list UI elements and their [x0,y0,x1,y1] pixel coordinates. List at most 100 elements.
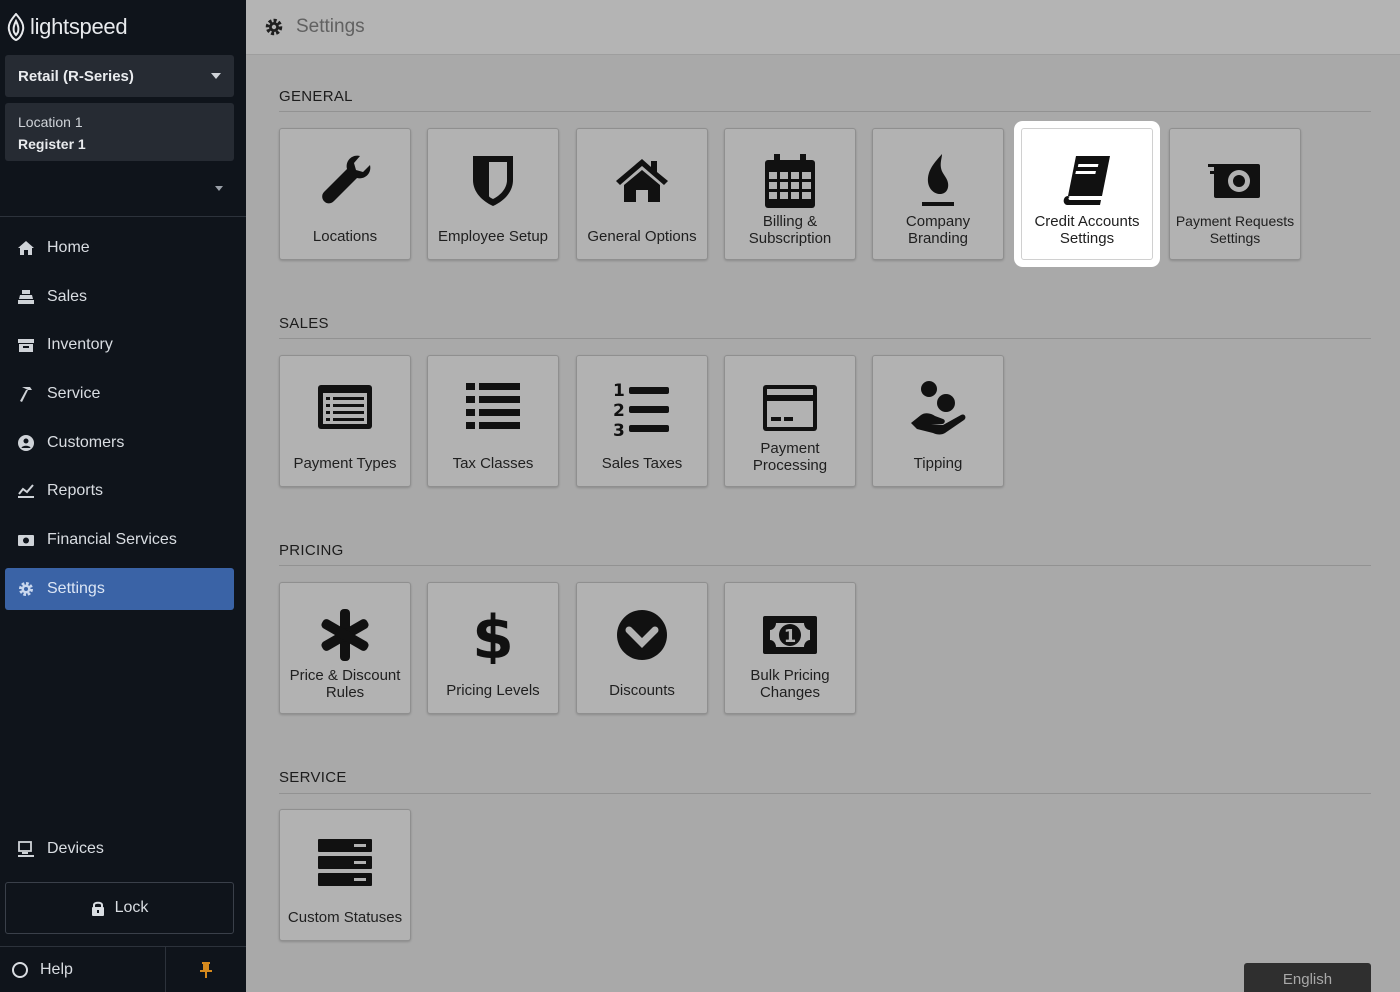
section-title-general: GENERAL [279,88,353,105]
tile-price-discount-rules[interactable]: Price & Discount Rules [279,582,411,714]
sidebar-item-devices[interactable]: Devices [5,828,234,870]
tile-label: Tipping [913,455,963,472]
brand-name: lightspeed [30,14,128,39]
section-title-service: SERVICE [279,769,347,786]
footer-divider [165,947,166,992]
list-icon [466,383,520,429]
book-icon [1063,156,1110,205]
shield-icon [473,156,513,206]
sidebar-item-label: Financial Services [47,531,177,549]
box-icon [18,339,34,353]
store-selector[interactable]: Retail (R-Series) [5,55,234,97]
house-icon [616,159,668,202]
hammer-icon [20,387,32,403]
tile-bulk-pricing-changes[interactable]: 1 Bulk Pricing Changes [724,582,856,714]
money-icon [1208,164,1260,198]
svg-text:1: 1 [613,381,625,401]
cash-icon [18,535,34,547]
tile-label: Employee Setup [437,228,549,245]
flame-icon [922,154,954,206]
sidebar-item-sales[interactable]: Sales [5,276,234,318]
tile-general-options[interactable]: General Options [576,128,708,260]
lock-label: Lock [114,899,149,916]
logo[interactable]: lightspeed [6,10,128,44]
tile-employee-setup[interactable]: Employee Setup [427,128,559,260]
svg-text:$: $ [472,606,514,664]
sidebar-item-label: Reports [47,482,104,500]
lock-icon [91,901,104,916]
tile-payment-processing[interactable]: Payment Processing [724,355,856,487]
sidebar-item-financial-services[interactable]: Financial Services [5,519,234,561]
tile-label: Payment Requests Settings [1175,213,1295,246]
tile-tax-classes[interactable]: Tax Classes [427,355,559,487]
tile-label: Billing & Subscription [748,213,832,247]
tile-payment-types[interactable]: Payment Types [279,355,411,487]
sidebar-item-label: Inventory [47,336,113,354]
pin-icon[interactable] [199,961,213,979]
sidebar-item-home[interactable]: Home [5,227,234,269]
numbered-list-icon: 123 [613,381,669,437]
asterisk-icon [321,609,369,661]
sidebar-item-customers[interactable]: Customers [5,422,234,464]
hand-coins-icon [911,381,966,435]
server-icon [318,839,372,886]
devices-label: Devices [47,840,104,857]
tile-tipping[interactable]: Tipping [872,355,1004,487]
main-nav: Home Sales Inventory Service Customers R… [5,227,234,617]
tile-payment-requests-settings[interactable]: Payment Requests Settings [1169,128,1301,260]
sidebar-footer: Help [0,946,246,992]
tile-label: Price & Discount Rules [289,667,401,701]
help-button[interactable]: Help [12,947,73,992]
register-icon [18,289,34,304]
list-box-icon [318,385,372,429]
location-register-box[interactable]: Location 1 Register 1 [5,103,234,161]
chevron-down-icon[interactable] [215,186,223,191]
gear-icon [19,581,33,596]
sidebar: lightspeed Retail (R-Series) Location 1 … [0,0,246,992]
sidebar-divider [0,216,246,217]
check-circle-icon [617,610,667,660]
store-name: Retail (R-Series) [18,67,134,85]
gear-icon [265,18,283,36]
section-divider [279,111,1371,112]
chart-icon [18,484,34,499]
tile-label: Discounts [609,682,675,699]
sidebar-item-label: Sales [47,287,88,305]
tile-pricing-levels[interactable]: $ Pricing Levels [427,582,559,714]
location-name: Location 1 [18,114,83,130]
section-divider [279,338,1371,339]
customer-icon [18,434,34,451]
tile-custom-statuses[interactable]: Custom Statuses [279,809,411,941]
tile-label: General Options [587,228,697,245]
tile-label: Credit Accounts Settings [1034,213,1140,247]
tile-label: Bulk Pricing Changes [750,667,830,701]
tile-locations[interactable]: Locations [279,128,411,260]
register-name: Register 1 [18,136,86,152]
section-divider [279,793,1371,794]
tile-label: Sales Taxes [601,455,683,472]
sidebar-item-service[interactable]: Service [5,373,234,415]
tile-company-branding[interactable]: Company Branding [872,128,1004,260]
tile-label: Payment Types [293,455,397,472]
wrench-icon [322,155,371,204]
sidebar-item-reports[interactable]: Reports [5,470,234,512]
lock-button[interactable]: Lock [5,882,234,934]
tile-credit-accounts-settings[interactable]: Credit Accounts Settings [1021,128,1153,260]
tile-billing-subscription[interactable]: Billing & Subscription [724,128,856,260]
section-title-sales: SALES [279,315,329,332]
tile-label: Locations [312,228,378,245]
tile-sales-taxes[interactable]: 123 Sales Taxes [576,355,708,487]
home-icon [18,241,34,255]
sidebar-item-label: Home [47,239,90,256]
sidebar-item-inventory[interactable]: Inventory [5,324,234,366]
svg-text:1: 1 [784,626,797,647]
sidebar-item-settings[interactable]: Settings [5,567,234,610]
sidebar-item-label: Service [47,385,101,403]
help-label: Help [40,961,73,978]
monitor-icon [18,841,34,857]
tile-discounts[interactable]: Discounts [576,582,708,714]
language-selector[interactable]: English [1244,963,1371,992]
svg-text:2: 2 [613,401,625,421]
svg-text:3: 3 [613,421,625,437]
sidebar-item-label: Settings [47,579,105,597]
